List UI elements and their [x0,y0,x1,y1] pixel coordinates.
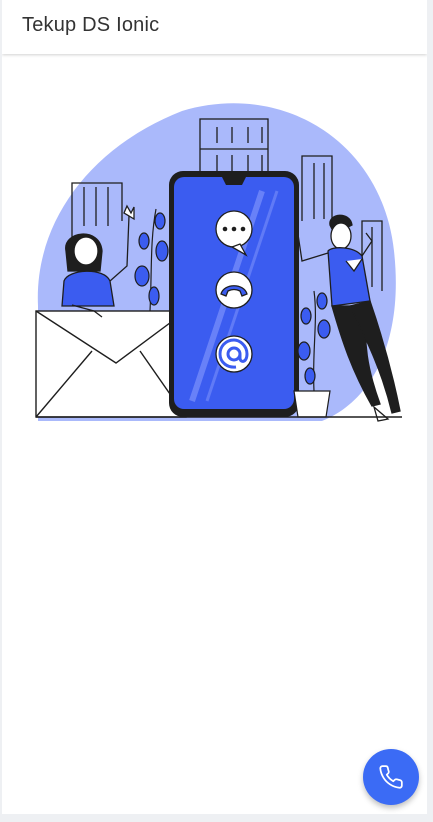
window-edge-right [427,0,433,822]
call-fab-button[interactable] [363,749,419,805]
phone-icon [379,765,403,789]
contact-illustration [35,103,402,422]
toolbar: Tekup DS Ionic [2,0,427,54]
page-title: Tekup DS Ionic [22,14,160,36]
phone-handset-icon [215,271,253,309]
envelope [35,310,187,418]
at-sign-icon [215,335,253,373]
window-edge-bottom [0,814,433,822]
content-area [2,55,427,814]
app-frame: Tekup DS Ionic [2,0,427,814]
